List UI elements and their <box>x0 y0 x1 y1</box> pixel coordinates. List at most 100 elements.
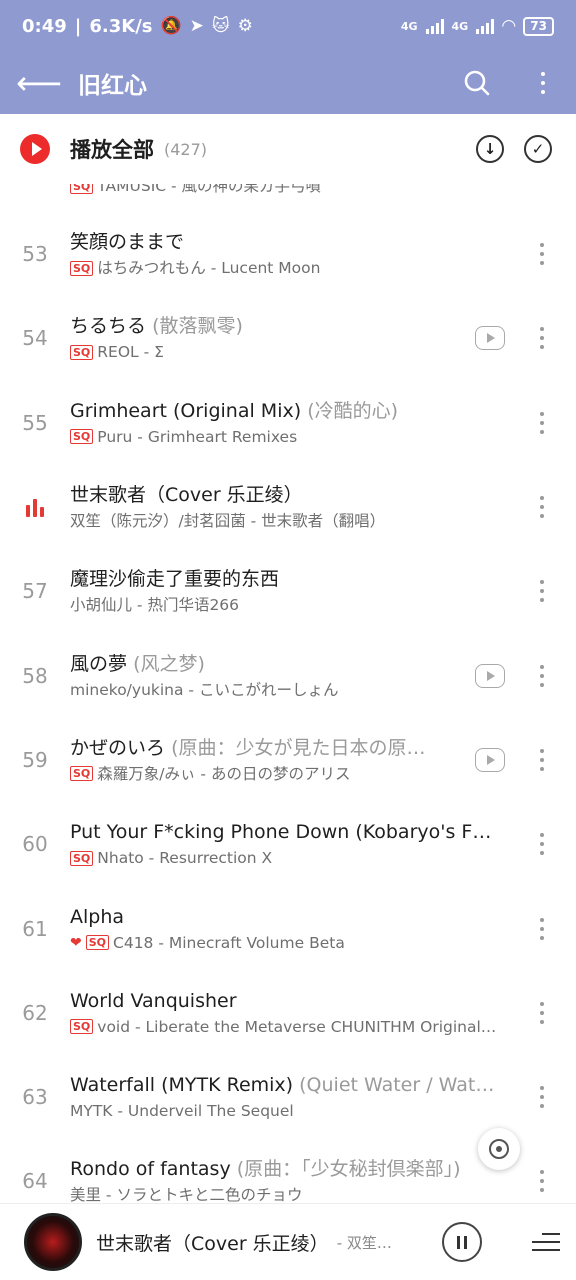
song-row[interactable]: 59 かぜのいろ (原曲：少女が見た日本の原… SQ 森羅万象/みぃ - あの日の梦の… <box>0 718 576 802</box>
song-number: 55 <box>22 410 48 435</box>
play-icon[interactable] <box>20 134 50 164</box>
song-title: Waterfall (MYTK Remix) <box>70 1074 294 1097</box>
play-all-label[interactable]: 播放全部 <box>70 134 154 164</box>
sq-badge: SQ <box>70 1019 94 1035</box>
network-type-2: 4G <box>451 19 469 33</box>
album-cover[interactable] <box>24 1213 82 1271</box>
mv-play-icon[interactable] <box>475 326 505 351</box>
song-title: Alpha <box>70 905 125 928</box>
song-row[interactable]: 61 Alpha ❤ SQ C418 - Minecraft Volume Beta <box>0 886 576 970</box>
song-row[interactable]: 53 笑顔のままで SQ はちみつれもん - Lucent Moon <box>0 212 576 296</box>
more-vertical-icon[interactable] <box>536 580 548 603</box>
more-vertical-icon[interactable] <box>536 1086 548 1109</box>
now-playing-artist[interactable]: - 双笙… <box>337 1232 392 1253</box>
song-title: Grimheart (Original Mix) <box>70 399 302 422</box>
song-title: ちるちる <box>70 315 147 338</box>
playlist-queue-icon[interactable] <box>500 1233 560 1251</box>
status-bar: 0:49 | 6.3K/s 🔕 ➤ 🐱 ⚙ 4G 4G ◠ 73 <box>0 0 576 52</box>
network-type-1: 4G <box>400 19 418 33</box>
now-playing-title[interactable]: 世末歌者（Cover 乐正绫） <box>96 1229 329 1256</box>
song-row[interactable]: 世末歌者（Cover 乐正绫） 双笙（陈元汐）/封茗囧菌 - 世末歌者（翻唱） <box>0 465 576 549</box>
status-speed: 6.3K/s <box>89 15 153 37</box>
locate-icon <box>489 1139 509 1159</box>
download-icon[interactable]: ↓ <box>476 135 504 163</box>
song-number: 54 <box>22 326 48 351</box>
gear-icon: ⚙ <box>237 16 253 36</box>
telegram-icon: ➤ <box>189 16 204 36</box>
song-row[interactable]: 62 World Vanquisher SQ void - Liberate the … <box>0 971 576 1055</box>
more-vertical-icon[interactable] <box>536 243 548 266</box>
song-row[interactable]: 57 魔理沙偷走了重要的东西 小胡仙儿 - 热门华语266 <box>0 549 576 633</box>
more-vertical-icon[interactable] <box>536 1001 548 1024</box>
song-alias: (冷酷的心) <box>307 399 399 422</box>
song-title: World Vanquisher <box>70 989 237 1012</box>
song-alias: (原曲：「少女秘封倶楽部」) <box>236 1158 461 1181</box>
more-vertical-icon[interactable] <box>536 327 548 350</box>
wifi-icon: ◠ <box>502 16 516 36</box>
song-subtitle: void - Liberate the Metaverse CHUNITHM O… <box>97 1017 497 1036</box>
song-subtitle: MYTK - Underveil The Sequel <box>70 1102 294 1121</box>
signal-icon <box>476 18 495 34</box>
mv-play-icon[interactable] <box>475 747 505 772</box>
song-number: 59 <box>22 747 48 772</box>
mv-play-icon[interactable] <box>475 663 505 688</box>
status-time: 0:49 <box>22 15 67 37</box>
sq-badge: SQ <box>70 766 94 782</box>
song-subtitle: 双笙（陈元汐）/封茗囧菌 - 世末歌者（翻唱） <box>70 512 386 531</box>
song-title: Rondo of fantasy <box>70 1158 231 1181</box>
sq-badge: SQ <box>70 429 94 445</box>
song-subtitle: Nhato - Resurrection X <box>97 849 273 868</box>
sq-badge: SQ <box>85 935 110 951</box>
song-title: 風の夢 <box>70 652 128 675</box>
bell-off-icon: 🔕 <box>160 16 182 36</box>
song-row[interactable]: 60 Put Your F*cking Phone Down (Kobaryo's… <box>0 802 576 886</box>
song-row[interactable]: 58 風の夢 (风之梦) mineko/yukina - こいこがれーしょん <box>0 633 576 717</box>
song-alias: (Quiet Water / Wat… <box>299 1074 495 1097</box>
song-row[interactable]: 54 ちるちる (散落飘零) SQ REOL - Σ <box>0 296 576 380</box>
song-row[interactable]: 55 Grimheart (Original Mix) (冷酷的心) SQ Puru … <box>0 381 576 465</box>
song-title: かぜのいろ <box>70 736 166 759</box>
locate-current-button[interactable] <box>478 1128 520 1170</box>
song-subtitle: mineko/yukina - こいこがれーしょん <box>70 680 339 699</box>
song-number: 53 <box>22 242 48 267</box>
song-subtitle: 森羅万象/みぃ - あの日の梦のアリス <box>97 764 351 783</box>
song-number: 60 <box>22 832 48 857</box>
more-vertical-icon[interactable] <box>536 1170 548 1193</box>
heart-icon: ❤ <box>70 934 82 951</box>
search-icon[interactable] <box>444 52 510 114</box>
song-alias: (风之梦) <box>133 652 205 675</box>
song-title: 魔理沙偷走了重要的东西 <box>70 568 280 591</box>
more-vertical-icon[interactable] <box>536 748 548 771</box>
song-list: SQ TAMUSIC - 風の神の果ガ手弓噴 53 笑顔のままで SQ はちみつれもん… <box>0 160 576 1224</box>
more-vertical-icon[interactable] <box>510 52 576 114</box>
song-title: 笑顔のままで <box>70 231 185 254</box>
more-vertical-icon[interactable] <box>536 411 548 434</box>
cat-icon: 🐱 <box>211 16 230 36</box>
song-subtitle: はちみつれもん - Lucent Moon <box>97 259 321 278</box>
signal-icon <box>425 18 444 34</box>
song-number: 62 <box>22 1000 48 1025</box>
song-row[interactable]: 63 Waterfall (MYTK Remix) (Quiet Water / … <box>0 1055 576 1139</box>
song-count: (427) <box>164 139 208 159</box>
multi-select-icon[interactable]: ✓ <box>524 135 552 163</box>
song-subtitle: Puru - Grimheart Remixes <box>97 427 298 446</box>
more-vertical-icon[interactable] <box>536 664 548 687</box>
song-number: 58 <box>22 663 48 688</box>
mini-player[interactable]: 世末歌者（Cover 乐正绫） - 双笙… <box>0 1203 576 1280</box>
song-number: 61 <box>22 916 48 941</box>
song-number: 57 <box>22 579 48 604</box>
pause-button[interactable] <box>442 1222 482 1262</box>
song-subtitle: C418 - Minecraft Volume Beta <box>113 933 345 952</box>
sq-badge: SQ <box>70 260 94 276</box>
more-vertical-icon[interactable] <box>536 833 548 856</box>
song-alias: (原曲：少女が見た日本の原… <box>171 736 426 759</box>
more-vertical-icon[interactable] <box>536 917 548 940</box>
sq-badge: SQ <box>70 850 94 866</box>
page-title: 旧红心 <box>78 73 147 99</box>
more-vertical-icon[interactable] <box>536 496 548 519</box>
arrow-left-icon[interactable]: ⟵ <box>0 52 78 114</box>
song-alias: (散落飘零) <box>152 315 243 338</box>
sq-badge: SQ <box>70 344 94 360</box>
play-all-row[interactable]: 播放全部 (427) ↓ ✓ <box>0 114 576 184</box>
song-subtitle: REOL - Σ <box>97 343 164 362</box>
